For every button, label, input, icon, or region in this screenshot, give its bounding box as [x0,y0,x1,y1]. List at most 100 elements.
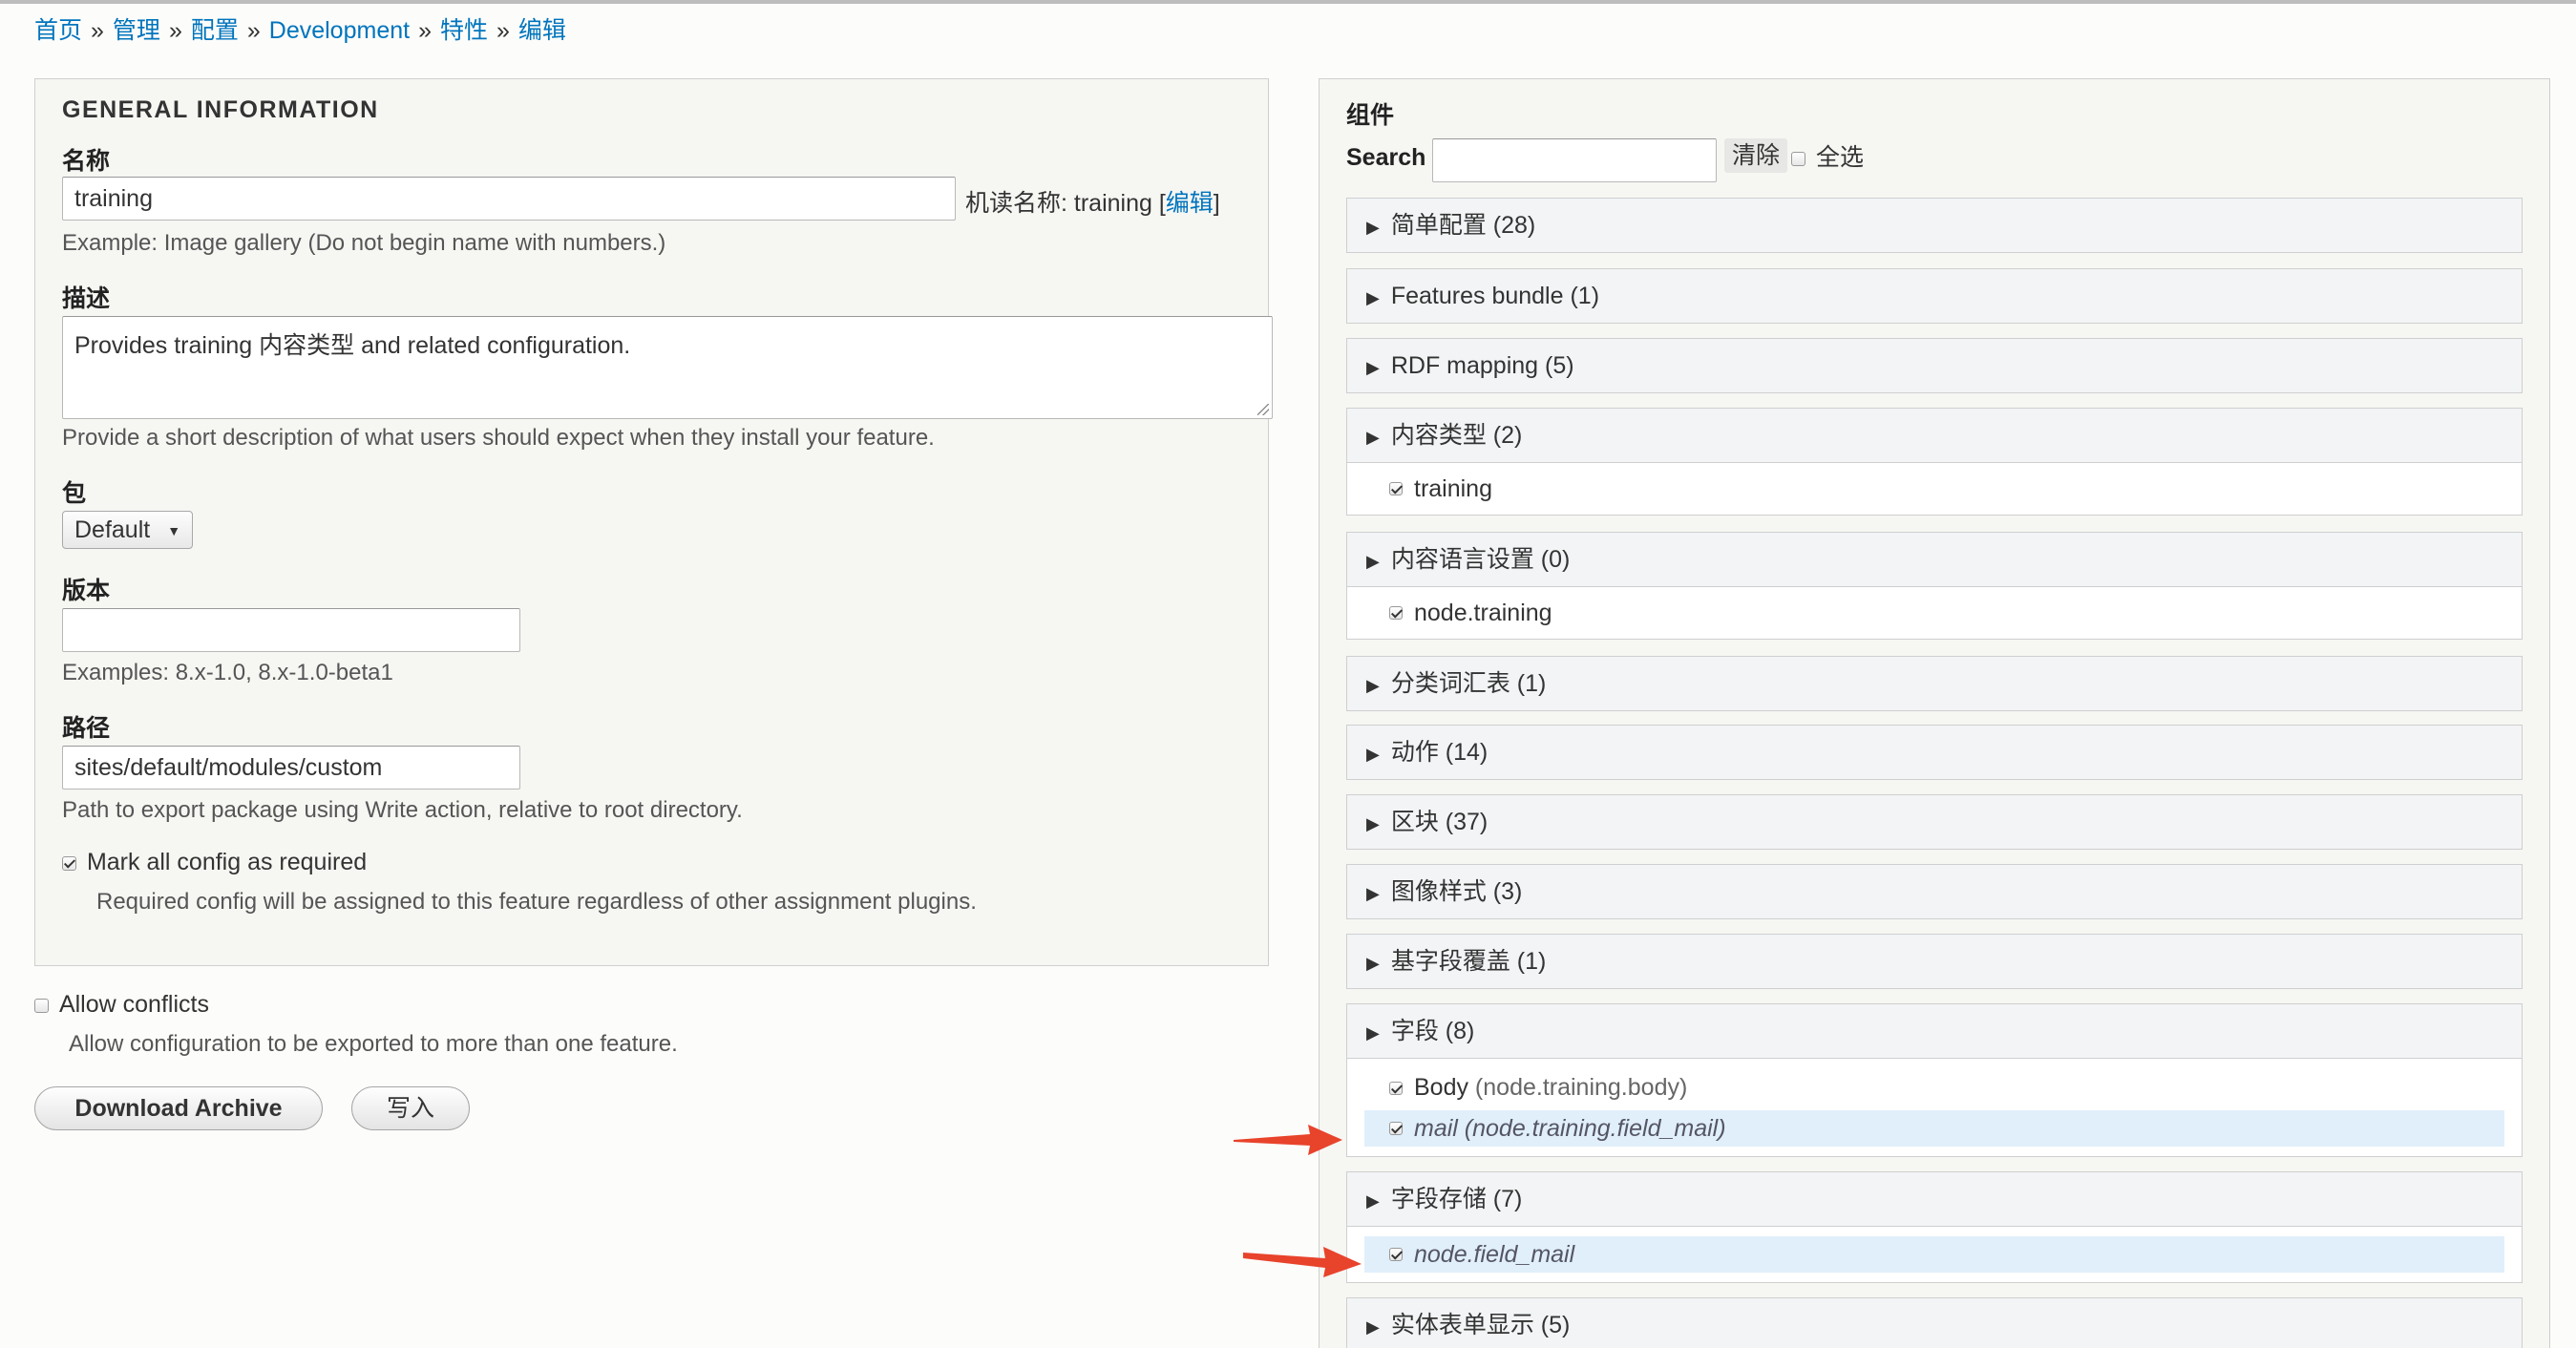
description-label: 描述 [62,285,111,312]
component-group: ▶ 内容语言设置 (0) node.training [1346,532,2523,640]
group-header[interactable]: ▶ 动作 (14) [1347,726,2522,779]
expand-triangle-icon: ▶ [1366,358,1380,377]
name-input[interactable]: training [62,177,956,221]
group-header[interactable]: ▶ 图像样式 (3) [1347,865,2522,918]
breadcrumb-features[interactable]: 特性 [440,17,488,44]
path-input[interactable]: sites/default/modules/custom [62,746,520,790]
description-textarea[interactable]: Provides training 内容类型 and related confi… [62,316,1273,419]
group-title: 内容类型 (2) [1390,422,1523,449]
group-header[interactable]: ▶ 区块 (37) [1347,795,2522,849]
group-header[interactable]: ▶ Features bundle (1) [1347,269,2522,323]
component-item-machine-name: (node.training.body) [1467,1074,1688,1101]
component-group: ▶ 实体表单显示 (5) [1346,1297,2523,1348]
path-help: Path to export package using Write actio… [62,797,743,823]
expand-triangle-icon: ▶ [1366,552,1380,571]
component-item-checkbox[interactable] [1389,1082,1403,1095]
component-item-label: training [1414,475,1492,502]
package-select[interactable]: Default ▼ [62,511,194,549]
version-input[interactable] [62,608,520,652]
group-title: 字段存储 (7) [1390,1186,1523,1212]
write-button[interactable]: 写入 [351,1086,470,1130]
component-item[interactable]: node.training [1364,587,2504,639]
breadcrumb-separator: » [168,17,182,44]
group-header[interactable]: ▶ 简单配置 (28) [1347,199,2522,252]
machine-name-edit-link[interactable]: 编辑 [1166,190,1214,217]
group-title: 简单配置 (28) [1390,212,1536,239]
name-help: Example: Image gallery (Do not begin nam… [62,230,666,256]
top-border [0,0,2576,4]
expand-triangle-icon: ▶ [1366,676,1380,695]
general-information-legend: GENERAL INFORMATION [62,96,379,123]
allow-conflicts-help: Allow configuration to be exported to mo… [69,1031,678,1057]
component-item-highlighted[interactable]: node.field_mail [1364,1236,2504,1273]
breadcrumb-separator: » [91,17,104,44]
component-group: ▶ 动作 (14) [1346,725,2523,780]
breadcrumb-separator: » [418,17,432,44]
group-header[interactable]: ▶ RDF mapping (5) [1347,339,2522,392]
component-group: ▶ 图像样式 (3) [1346,864,2523,919]
group-header[interactable]: ▶ 内容语言设置 (0) [1347,533,2522,586]
expand-triangle-icon: ▶ [1366,884,1380,903]
group-title: 动作 (14) [1390,739,1489,766]
breadcrumb-config[interactable]: 配置 [191,17,239,44]
group-header[interactable]: ▶ 内容类型 (2) [1347,409,2522,462]
component-group: ▶ 内容类型 (2) training [1346,408,2523,516]
component-group: ▶ 简单配置 (28) [1346,198,2523,253]
breadcrumb-development[interactable]: Development [269,17,410,44]
component-item[interactable]: training [1364,463,2504,515]
component-group: ▶ 区块 (37) [1346,794,2523,850]
group-title: 内容语言设置 (0) [1390,546,1571,573]
mark-required-checkbox[interactable] [62,855,76,871]
allow-conflicts-label: Allow conflicts [58,991,209,1018]
expand-triangle-icon: ▶ [1366,288,1380,307]
group-header[interactable]: ▶ 实体表单显示 (5) [1347,1298,2522,1348]
group-items: Body (node.training.body) mail (node.tra… [1347,1058,2522,1156]
breadcrumb-edit[interactable]: 编辑 [518,17,566,44]
component-item-label: mail (node.training.field_mail) [1414,1115,1726,1142]
clear-button[interactable]: 清除 [1724,138,1788,173]
breadcrumb-home[interactable]: 首页 [34,17,82,44]
mark-required-help: Required config will be assigned to this… [96,889,977,915]
component-group: ▶ 分类词汇表 (1) [1346,656,2523,711]
component-group: ▶ RDF mapping (5) [1346,338,2523,393]
component-group: ▶ 字段 (8) Body (node.training.body) mail (… [1346,1003,2523,1157]
machine-name-prefix: 机读名称: training [ [965,190,1166,217]
expand-triangle-icon: ▶ [1366,1317,1380,1337]
component-item-checkbox[interactable] [1389,606,1403,620]
path-label: 路径 [62,715,111,742]
component-item-checkbox[interactable] [1389,482,1403,495]
group-title: Features bundle (1) [1390,283,1600,309]
mark-required-option[interactable]: Mark all config as required [62,849,367,876]
package-label: 包 [62,480,87,507]
expand-triangle-icon: ▶ [1366,814,1380,833]
expand-triangle-icon: ▶ [1366,745,1380,764]
resize-grip-icon[interactable] [1257,404,1269,415]
expand-triangle-icon: ▶ [1366,1023,1380,1043]
general-information-fieldset: GENERAL INFORMATION 名称 training 机读名称: tr… [34,78,1273,966]
component-item-label: node.training [1414,600,1552,626]
group-header[interactable]: ▶ 基字段覆盖 (1) [1347,935,2522,988]
group-items: node.training [1347,586,2522,639]
breadcrumb-admin[interactable]: 管理 [113,17,160,44]
component-item-label: node.field_mail [1414,1241,1575,1268]
component-item-highlighted[interactable]: mail (node.training.field_mail) [1364,1110,2504,1147]
component-item[interactable]: Body (node.training.body) [1364,1068,2504,1106]
description-text: Provides training 内容类型 and related confi… [74,332,631,359]
dropdown-caret-icon: ▼ [167,523,181,539]
search-input[interactable] [1432,138,1717,182]
allow-conflicts-option[interactable]: Allow conflicts [34,991,209,1019]
select-all-checkbox[interactable] [1791,151,1805,166]
group-header[interactable]: ▶ 字段存储 (7) [1347,1172,2522,1226]
component-item-checkbox[interactable] [1389,1122,1403,1135]
breadcrumb: 首页 » 管理 » 配置 » Development » 特性 » 编辑 [34,11,566,46]
component-group: ▶ Features bundle (1) [1346,268,2523,324]
download-archive-button[interactable]: Download Archive [34,1086,323,1130]
expand-triangle-icon: ▶ [1366,428,1380,447]
select-all-option[interactable]: 全选 [1791,140,1864,175]
components-fieldset: 组件 Search 清除 全选 ▶ 简单配置 (28) ▶ Features bun… [1319,78,2550,1348]
component-item-checkbox[interactable] [1389,1248,1403,1261]
group-header[interactable]: ▶ 字段 (8) [1347,1004,2522,1058]
allow-conflicts-checkbox[interactable] [34,998,49,1013]
group-header[interactable]: ▶ 分类词汇表 (1) [1347,657,2522,710]
annotation-arrow-icon [1234,1125,1342,1155]
